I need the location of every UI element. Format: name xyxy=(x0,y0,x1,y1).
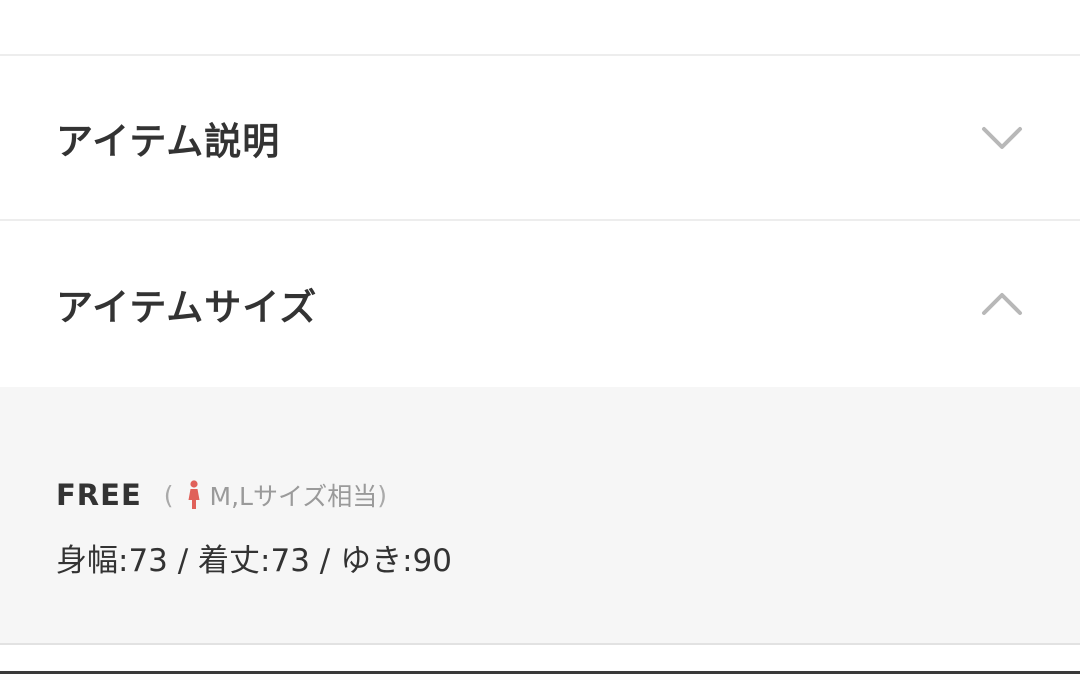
note-open-paren: ( xyxy=(163,480,174,510)
top-section-divider xyxy=(0,0,1080,56)
item-description-accordion-header[interactable]: アイテム説明 xyxy=(0,56,1080,221)
item-size-panel: FREE ( M,Lサイズ相当 ) 身幅:73 / 着丈:73 / ゆき:90 xyxy=(0,387,1080,645)
chevron-down-icon[interactable] xyxy=(980,116,1024,160)
size-equivalent-text: M,Lサイズ相当 xyxy=(209,482,378,511)
bottom-area xyxy=(0,645,1080,674)
woman-icon xyxy=(186,480,202,510)
chevron-up-icon[interactable] xyxy=(980,282,1024,326)
size-name: FREE xyxy=(56,478,142,512)
size-label-row: FREE ( M,Lサイズ相当 ) xyxy=(56,477,387,513)
note-close-paren: ) xyxy=(377,480,387,510)
size-equivalent-note: ( M,Lサイズ相当 ) xyxy=(164,477,387,513)
item-detail-page: アイテム説明 アイテムサイズ FREE (M,Lサイズ相当) 身幅:73 /… xyxy=(0,0,1080,674)
item-size-title: アイテムサイズ xyxy=(56,286,318,329)
item-description-title: アイテム説明 xyxy=(56,119,281,163)
item-size-accordion-header[interactable]: アイテムサイズ xyxy=(0,221,1080,387)
size-measurements: 身幅:73 / 着丈:73 / ゆき:90 xyxy=(56,543,452,579)
